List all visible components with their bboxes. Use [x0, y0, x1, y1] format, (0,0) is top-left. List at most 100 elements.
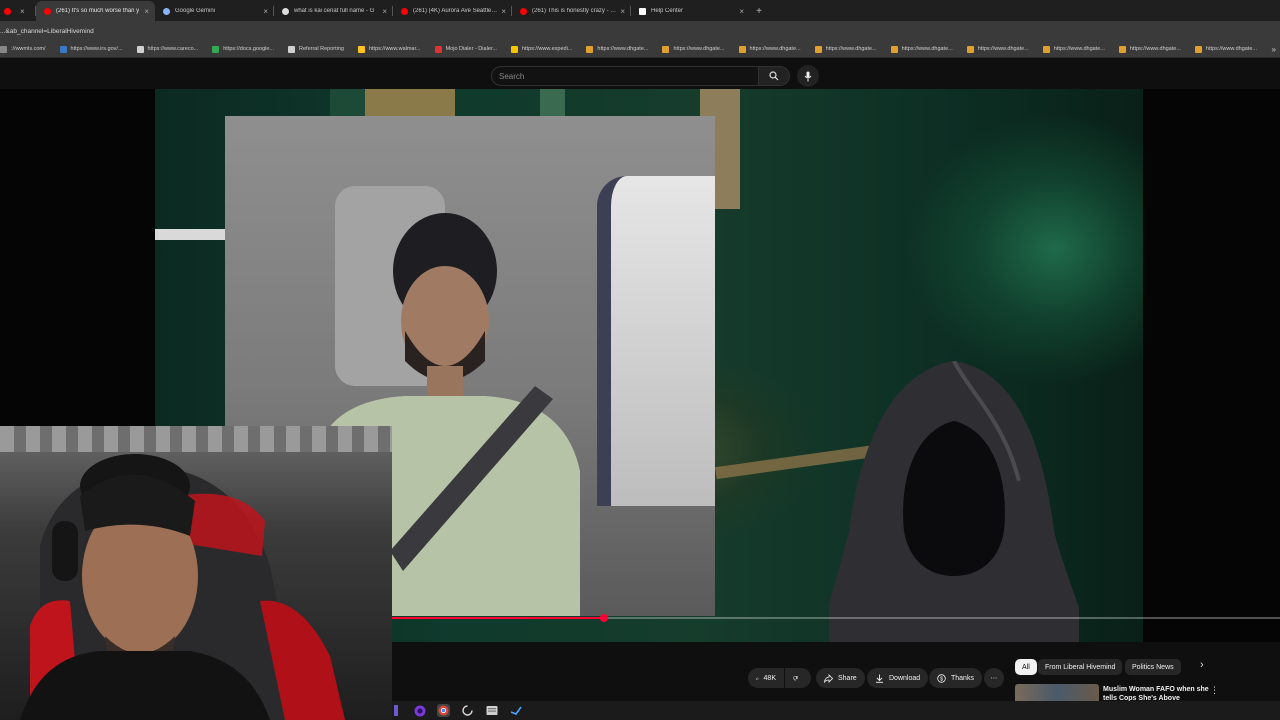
thumbs-up-icon — [756, 676, 759, 680]
bookmark-item[interactable]: Referral Reporting — [288, 45, 344, 53]
bookmark-item[interactable]: https://www.dhgate... — [890, 45, 953, 53]
chip-from-liberal-hivemind[interactable]: From Liberal Hivemind — [1038, 659, 1123, 675]
voice-search-button[interactable] — [797, 65, 819, 87]
tab-title: Help Center — [651, 8, 684, 14]
bookmark-favicon-icon — [1042, 45, 1050, 53]
streamer-webcam-overlay — [0, 426, 392, 720]
bookmark-label: https://www.dhgate... — [1129, 46, 1181, 52]
bookmark-item[interactable]: https://www.dhgate... — [1118, 45, 1181, 53]
bookmarks-overflow-button[interactable]: » — [1272, 45, 1276, 54]
bookmark-favicon-icon — [212, 45, 220, 53]
download-button[interactable]: Download — [867, 668, 929, 688]
tab-close-icon[interactable]: × — [144, 7, 149, 16]
address-bar[interactable]: ...&ab_channel=LiberalHivemind — [0, 21, 1280, 41]
bookmark-item[interactable]: https://www.dhgate... — [814, 45, 877, 53]
recommended-video-menu-icon[interactable]: ⋮ — [1210, 685, 1219, 696]
bookmark-label: Mojo Dialer - Dialer... — [445, 46, 497, 52]
tab-close-icon[interactable]: × — [382, 7, 387, 16]
chip-politics-news[interactable]: Politics News — [1125, 659, 1181, 675]
bookmark-favicon-icon — [890, 45, 898, 53]
tab-2[interactable]: Google Gemini × — [155, 1, 274, 21]
tab-title: (261) This is honestly crazy - Yo — [532, 8, 617, 14]
search-input[interactable]: Search — [491, 66, 759, 86]
tab-6[interactable]: Help Center × — [631, 1, 750, 21]
tab-title: Google Gemini — [175, 8, 216, 14]
bookmark-favicon-icon — [288, 45, 296, 53]
search-icon — [769, 71, 779, 81]
tab-3[interactable]: what is kai cenat full name - G × — [274, 1, 393, 21]
bookmark-item[interactable]: https://www.careco... — [136, 45, 198, 53]
bookmark-favicon-icon — [357, 45, 365, 53]
bookmark-item[interactable]: https://docs.google... — [212, 45, 274, 53]
tab-close-icon[interactable]: × — [263, 7, 268, 16]
bookmark-label: https://www.dhgate... — [1053, 46, 1105, 52]
microphone-icon — [804, 71, 812, 81]
tab-close-icon[interactable]: × — [739, 7, 744, 16]
bookmark-favicon-icon — [738, 45, 746, 53]
youtube-favicon-icon — [401, 7, 408, 15]
youtube-header: Search — [0, 58, 1280, 89]
app-icon[interactable] — [389, 704, 402, 717]
screen: × (261) It's so much worse than y × Goog… — [0, 0, 1280, 720]
bookmark-item[interactable]: https://www.expedi... — [510, 45, 573, 53]
gemini-favicon-icon — [163, 7, 170, 15]
bookmark-item[interactable]: https://www.dhgate... — [1194, 45, 1257, 53]
files-icon[interactable] — [485, 704, 498, 717]
download-icon — [876, 674, 883, 683]
tab-close-icon[interactable]: × — [20, 7, 25, 16]
tab-0[interactable]: × — [0, 1, 36, 21]
search-button[interactable] — [759, 66, 790, 86]
bookmark-label: https://www.irs.gov/... — [70, 46, 123, 52]
bookmark-label: Referral Reporting — [299, 46, 344, 52]
bookmark-label: https://www.dhgate... — [749, 46, 801, 52]
bookmark-item[interactable]: https://www.dhgate... — [738, 45, 801, 53]
bookmark-item[interactable]: https://www.irs.gov/... — [59, 45, 123, 53]
bookmark-favicon-icon — [434, 45, 442, 53]
more-actions-icon: ⋯ — [990, 675, 998, 682]
like-count: 48K — [763, 674, 776, 682]
like-button[interactable]: 48K — [748, 668, 784, 688]
bookmark-label: https://www.dhgate... — [977, 46, 1029, 52]
bookmark-label: https://www.expedi... — [521, 46, 573, 52]
bookmark-item[interactable]: ://wwmls.com/ — [0, 45, 46, 53]
tab-1[interactable]: (261) It's so much worse than y × — [36, 1, 155, 21]
share-button[interactable]: Share — [816, 668, 865, 688]
obs-icon[interactable] — [413, 704, 426, 717]
video-progress-played — [390, 617, 604, 619]
steam-icon[interactable] — [509, 704, 522, 717]
google-favicon-icon — [282, 7, 289, 15]
chip-all[interactable]: All — [1015, 659, 1037, 675]
os-taskbar — [392, 701, 1280, 720]
browser-tab-strip: × (261) It's so much worse than y × Goog… — [0, 0, 1280, 21]
bookmark-item[interactable]: https://www.walmar... — [357, 45, 421, 53]
tab-close-icon[interactable]: × — [501, 7, 506, 16]
dislike-button[interactable] — [785, 668, 811, 688]
thumbs-down-icon — [793, 675, 798, 681]
youtube-favicon-icon — [520, 7, 527, 15]
youtube-favicon-icon — [4, 7, 11, 15]
bookmark-item[interactable]: https://www.dhgate... — [1042, 45, 1105, 53]
bookmark-item[interactable]: https://www.dhgate... — [966, 45, 1029, 53]
more-actions-button[interactable]: ⋯ — [984, 668, 1004, 688]
bookmark-item[interactable]: https://www.dhgate... — [586, 45, 648, 53]
download-label: Download — [889, 674, 921, 682]
video-progress-bar[interactable] — [390, 614, 1280, 622]
thanks-button[interactable]: $ Thanks — [929, 668, 982, 688]
bookmark-favicon-icon — [1194, 45, 1202, 53]
bookmark-favicon-icon — [59, 45, 67, 53]
tab-4[interactable]: (261) (4K) Aurora Ave Seattle W × — [393, 1, 512, 21]
youtube-favicon-icon — [44, 7, 51, 15]
tab-5[interactable]: (261) This is honestly crazy - Yo × — [512, 1, 631, 21]
bookmark-label: https://www.dhgate... — [673, 46, 725, 52]
chrome-icon[interactable] — [437, 704, 450, 717]
bookmark-favicon-icon — [814, 45, 822, 53]
video-scrubber-handle[interactable] — [599, 614, 608, 622]
settings-icon[interactable] — [461, 704, 474, 717]
chips-next-icon[interactable]: › — [1200, 659, 1204, 671]
tab-close-icon[interactable]: × — [620, 7, 625, 16]
x-favicon-icon — [639, 7, 646, 15]
bookmark-item[interactable]: https://www.dhgate... — [662, 45, 725, 53]
new-tab-button[interactable]: + — [750, 1, 768, 21]
bookmark-label: https://www.dhgate... — [825, 46, 877, 52]
bookmark-item[interactable]: Mojo Dialer - Dialer... — [434, 45, 497, 53]
